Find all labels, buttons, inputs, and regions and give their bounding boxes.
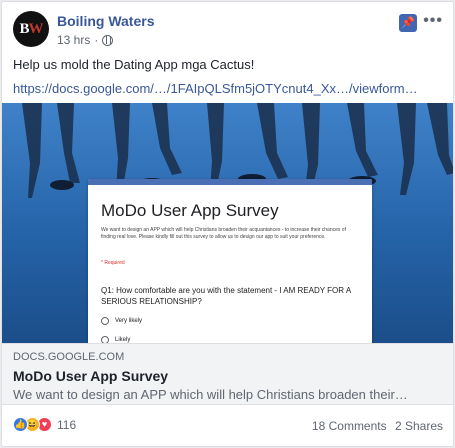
meta-separator: · xyxy=(94,33,99,47)
page-name-link[interactable]: Boiling Waters xyxy=(57,13,155,29)
post-header: BW Boiling Waters 13 hrs · 📌 ••• xyxy=(13,10,443,50)
form-option: Very likely xyxy=(101,317,142,325)
post-url-link[interactable]: https://docs.google.com/…/1FAIpQLSfm5jOT… xyxy=(13,81,418,96)
radio-icon xyxy=(101,317,109,325)
link-title[interactable]: MoDo User App Survey xyxy=(13,368,168,384)
link-description: We want to design an APP which will help… xyxy=(13,387,408,402)
post-card: BW Boiling Waters 13 hrs · 📌 ••• Help us… xyxy=(1,1,454,447)
form-option-label: Very likely xyxy=(115,318,143,324)
form-option: Likely xyxy=(101,336,130,343)
link-domain: DOCS.GOOGLE.COM xyxy=(13,351,125,363)
reactions-summary[interactable]: 👍 😆 ♥ 116 xyxy=(13,417,76,432)
form-description: We want to design an APP which will help… xyxy=(101,227,346,240)
engagement-bar: 👍 😆 ♥ 116 18 Comments 2 Shares xyxy=(13,416,443,436)
link-preview-caption[interactable]: DOCS.GOOGLE.COM MoDo User App Survey We … xyxy=(2,343,453,405)
globe-icon[interactable] xyxy=(102,34,114,46)
form-question: Q1: How comfortable are you with the sta… xyxy=(101,286,351,306)
reaction-count: 116 xyxy=(57,417,77,432)
post-message: Help us mold the Dating App mga Cactus! xyxy=(13,57,255,72)
radio-icon xyxy=(101,336,109,343)
form-preview: MoDo User App Survey We want to design a… xyxy=(88,179,372,343)
like-icon: 👍 xyxy=(13,417,28,432)
link-preview-image[interactable]: MoDo User App Survey We want to design a… xyxy=(2,103,453,343)
engagement-counts: 18 Comments 2 Shares xyxy=(307,419,443,433)
post-meta: 13 hrs · xyxy=(57,33,114,47)
page-avatar[interactable]: BW xyxy=(13,11,49,47)
form-accent-bar xyxy=(88,179,372,185)
comments-count-link[interactable]: 18 Comments xyxy=(312,419,387,433)
post-timestamp[interactable]: 13 hrs xyxy=(57,33,90,47)
shares-count-link[interactable]: 2 Shares xyxy=(395,419,443,433)
more-options-icon[interactable]: ••• xyxy=(423,12,443,30)
form-title: MoDo User App Survey xyxy=(101,201,279,220)
pin-icon[interactable]: 📌 xyxy=(399,14,417,32)
form-required-note: * Required xyxy=(101,260,125,266)
